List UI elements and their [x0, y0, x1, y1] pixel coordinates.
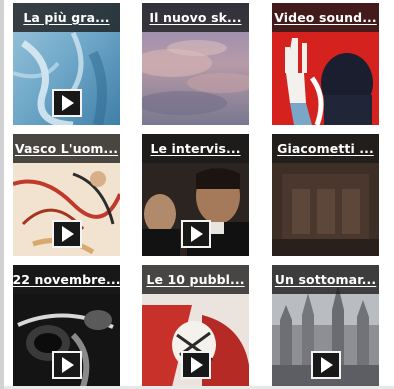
- play-icon: [62, 226, 74, 242]
- play-button[interactable]: [310, 351, 341, 379]
- play-button[interactable]: [51, 351, 82, 379]
- video-tile-5[interactable]: Le intervis...: [142, 134, 249, 256]
- video-title-3[interactable]: Video sound...: [274, 10, 377, 25]
- video-tile-4[interactable]: Vasco L'uom...: [13, 134, 120, 256]
- video-tile-6[interactable]: Giacometti ...: [272, 134, 379, 256]
- play-button[interactable]: [51, 89, 82, 117]
- play-icon: [62, 357, 74, 373]
- video-title-5[interactable]: Le intervis...: [150, 141, 240, 156]
- play-icon: [321, 357, 333, 373]
- video-title-1[interactable]: La più gra...: [23, 10, 109, 25]
- play-icon: [62, 95, 74, 111]
- play-icon: [191, 226, 203, 242]
- video-caption: Il nuovo sk...: [142, 3, 249, 32]
- video-caption: 22 novembre...: [13, 265, 120, 294]
- video-caption: Vasco L'uom...: [13, 134, 120, 163]
- video-caption: Un sottomar...: [272, 265, 379, 294]
- video-tile-9[interactable]: Un sottomar...: [272, 265, 379, 387]
- video-caption: Le intervis...: [142, 134, 249, 163]
- video-caption: Le 10 pubbl...: [142, 265, 249, 294]
- video-tile-7[interactable]: 22 novembre...: [13, 265, 120, 387]
- video-tile-2[interactable]: Il nuovo sk...: [142, 3, 249, 125]
- video-title-4[interactable]: Vasco L'uom...: [15, 141, 118, 156]
- video-title-6[interactable]: Giacometti ...: [277, 141, 374, 156]
- video-caption: Giacometti ...: [272, 134, 379, 163]
- play-icon: [191, 357, 203, 373]
- play-button[interactable]: [180, 351, 211, 379]
- video-title-7[interactable]: 22 novembre...: [13, 272, 120, 287]
- video-caption: Video sound...: [272, 3, 379, 32]
- video-tile-8[interactable]: Le 10 pubbl...: [142, 265, 249, 387]
- left-divider: [0, 0, 4, 389]
- video-tile-3[interactable]: Video sound...: [272, 3, 379, 125]
- play-button[interactable]: [180, 220, 211, 248]
- video-tile-1[interactable]: La più gra...: [13, 3, 120, 125]
- video-caption: La più gra...: [13, 3, 120, 32]
- video-title-2[interactable]: Il nuovo sk...: [149, 10, 241, 25]
- play-button[interactable]: [51, 220, 82, 248]
- video-title-9[interactable]: Un sottomar...: [275, 272, 376, 287]
- video-title-8[interactable]: Le 10 pubbl...: [146, 272, 244, 287]
